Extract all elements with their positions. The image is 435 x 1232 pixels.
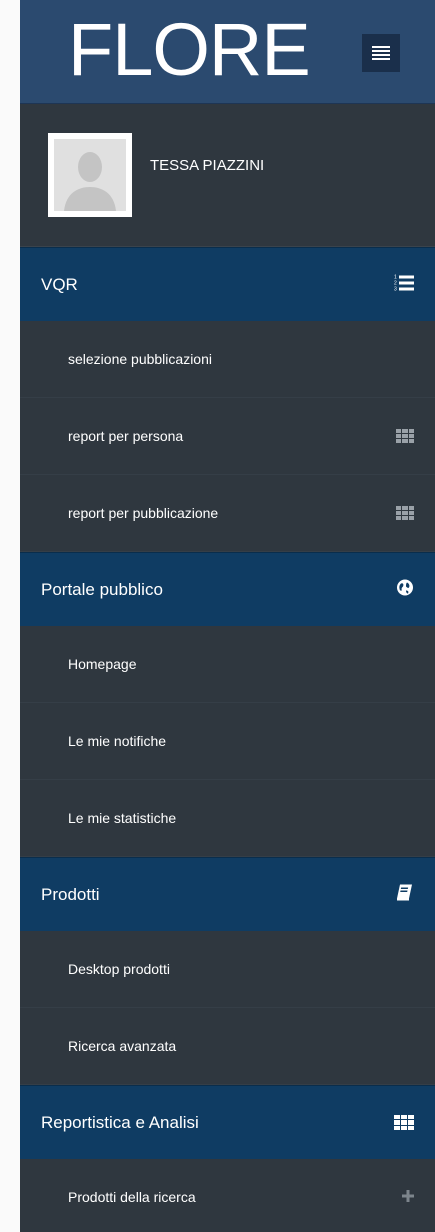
menu-item-homepage[interactable]: Homepage <box>20 626 435 703</box>
menu-item-ricerca-avanzata[interactable]: Ricerca avanzata <box>20 1008 435 1085</box>
sidebar: FLORE TESSA PIAZZINI VQR 1 2 3 selezione… <box>20 0 435 1232</box>
table-icon <box>396 506 414 520</box>
section-vqr[interactable]: VQR 1 2 3 <box>20 247 435 321</box>
menu-item-label: Desktop prodotti <box>68 961 170 977</box>
menu-item-report-per-pubblicazione[interactable]: report per pubblicazione <box>20 475 435 552</box>
avatar[interactable] <box>48 133 132 217</box>
ordered-list-icon: 1 2 3 <box>394 273 414 296</box>
section-label: Reportistica e Analisi <box>41 1112 199 1132</box>
section-prodotti[interactable]: Prodotti <box>20 857 435 931</box>
menu-item-selezione-pubblicazioni[interactable]: selezione pubblicazioni <box>20 321 435 398</box>
menu-item-label: selezione pubblicazioni <box>68 351 212 367</box>
menu-item-label: Prodotti della ricerca <box>68 1189 196 1205</box>
menu-item-le-mie-statistiche[interactable]: Le mie statistiche <box>20 780 435 857</box>
svg-text:3: 3 <box>394 286 397 291</box>
menu-item-le-mie-notifiche[interactable]: Le mie notifiche <box>20 703 435 780</box>
user-name: TESSA PIAZZINI <box>150 157 265 174</box>
section-reportistica-e-analisi[interactable]: Reportistica e Analisi <box>20 1085 435 1159</box>
menu-item-label: Le mie statistiche <box>68 810 177 826</box>
menu-item-label: Le mie notifiche <box>68 733 167 749</box>
menu-item-label: Ricerca avanzata <box>68 1038 177 1054</box>
user-profile: TESSA PIAZZINI <box>20 104 435 247</box>
table-icon <box>396 429 414 443</box>
menu-item-label: Homepage <box>68 656 137 672</box>
page-background <box>0 0 20 1232</box>
menu-item-report-per-persona[interactable]: report per persona <box>20 398 435 475</box>
menu-item-label: report per pubblicazione <box>68 505 219 521</box>
hamburger-icon <box>372 44 390 62</box>
plus-icon[interactable] <box>402 1189 414 1205</box>
topbar: FLORE <box>20 0 435 104</box>
menu-item-label: report per persona <box>68 428 184 444</box>
menu-item-prodotti-della-ricerca[interactable]: Prodotti della ricerca <box>20 1159 435 1232</box>
globe-icon <box>396 578 414 601</box>
menu-item-desktop-prodotti[interactable]: Desktop prodotti <box>20 931 435 1008</box>
table-icon <box>394 1114 414 1131</box>
book-icon <box>396 883 414 906</box>
user-silhouette-icon <box>54 139 126 211</box>
section-portale-pubblico[interactable]: Portale pubblico <box>20 552 435 626</box>
section-label: VQR <box>41 274 78 294</box>
logo: FLORE <box>68 8 311 91</box>
menu-toggle-button[interactable] <box>362 34 400 72</box>
section-label: Prodotti <box>41 884 100 904</box>
section-label: Portale pubblico <box>41 579 163 599</box>
